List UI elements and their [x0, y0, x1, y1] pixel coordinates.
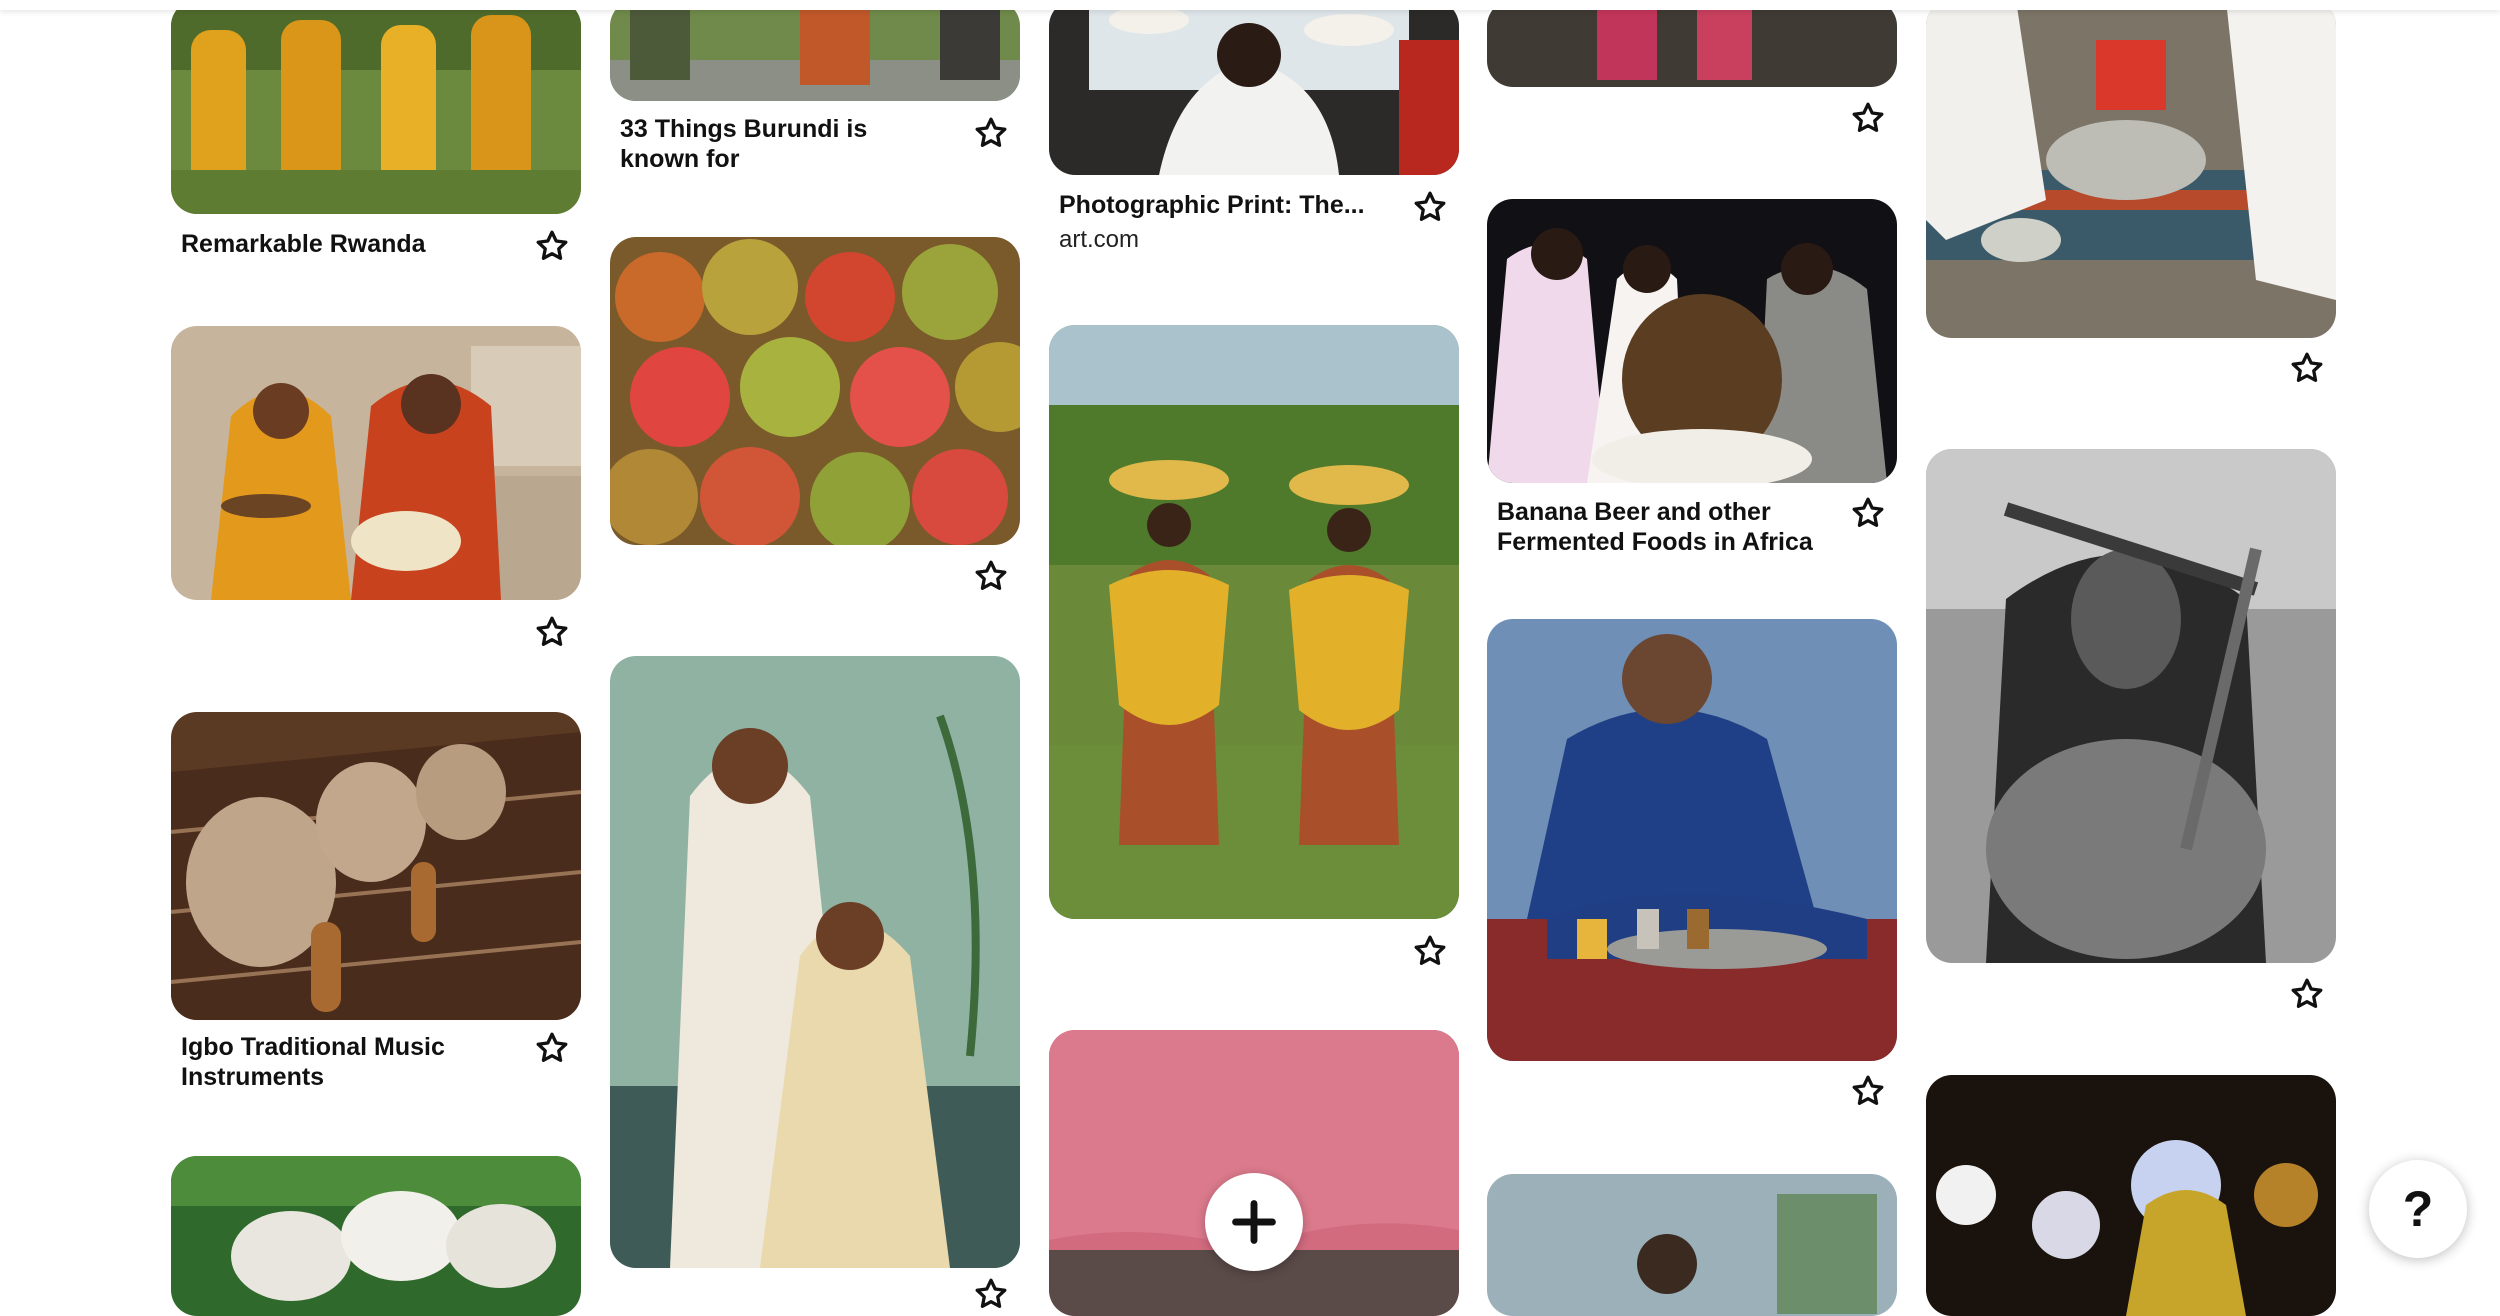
- save-star-icon[interactable]: [1850, 100, 1886, 136]
- pin-image-women-kitchen[interactable]: [171, 326, 581, 600]
- save-star-icon[interactable]: [973, 1276, 1009, 1312]
- top-bar: [0, 0, 2500, 10]
- pin-title[interactable]: Igbo Traditional Music Instruments: [181, 1032, 511, 1092]
- save-star-icon[interactable]: [2289, 350, 2325, 386]
- pin-title[interactable]: Remarkable Rwanda: [181, 229, 511, 259]
- save-star-icon[interactable]: [1412, 933, 1448, 969]
- plus-icon: [1232, 1200, 1276, 1244]
- pin-title[interactable]: Banana Beer and other Fermented Foods in…: [1497, 497, 1827, 557]
- question-mark-icon: ?: [2402, 1181, 2434, 1237]
- pin-image-rwanda-dancers[interactable]: [171, 0, 581, 214]
- save-star-icon[interactable]: [1412, 189, 1448, 225]
- pin-image-banana-beer-pot[interactable]: [1487, 199, 1897, 483]
- help-button[interactable]: ?: [2369, 1160, 2467, 1258]
- pin-image-white-bowls[interactable]: [171, 1156, 581, 1316]
- pin-image-dinner-table[interactable]: [1049, 0, 1459, 175]
- pin-title[interactable]: 33 Things Burundi is known for: [620, 114, 950, 174]
- save-star-icon[interactable]: [1850, 1073, 1886, 1109]
- pin-source[interactable]: art.com: [1059, 226, 1139, 254]
- save-star-icon[interactable]: [534, 228, 570, 264]
- pin-image-woman-with-instrument[interactable]: [1926, 449, 2336, 963]
- save-star-icon[interactable]: [2289, 976, 2325, 1012]
- add-plus-button[interactable]: [1205, 1173, 1303, 1271]
- pin-image-pink-dresses[interactable]: [1487, 0, 1897, 87]
- pin-image-shakers[interactable]: [171, 712, 581, 1020]
- save-star-icon[interactable]: [973, 115, 1009, 151]
- pin-image-tea-pouring[interactable]: [1487, 619, 1897, 1061]
- save-star-icon[interactable]: [534, 1030, 570, 1066]
- pin-image-women-banana-baskets[interactable]: [1049, 325, 1459, 919]
- pin-image-burundi-road[interactable]: [610, 0, 1020, 101]
- save-star-icon[interactable]: [1850, 495, 1886, 531]
- pin-image-pomegranates[interactable]: [610, 237, 1020, 545]
- save-star-icon[interactable]: [973, 558, 1009, 594]
- save-star-icon[interactable]: [534, 614, 570, 650]
- pin-image-two-women-shawls[interactable]: [610, 656, 1020, 1268]
- pin-image-stamp[interactable]: [1487, 1174, 1897, 1316]
- pin-title[interactable]: Photographic Print: The...: [1059, 190, 1389, 220]
- pin-image-shared-meal[interactable]: [1926, 0, 2336, 338]
- pin-image-celebration-night[interactable]: [1926, 1075, 2336, 1316]
